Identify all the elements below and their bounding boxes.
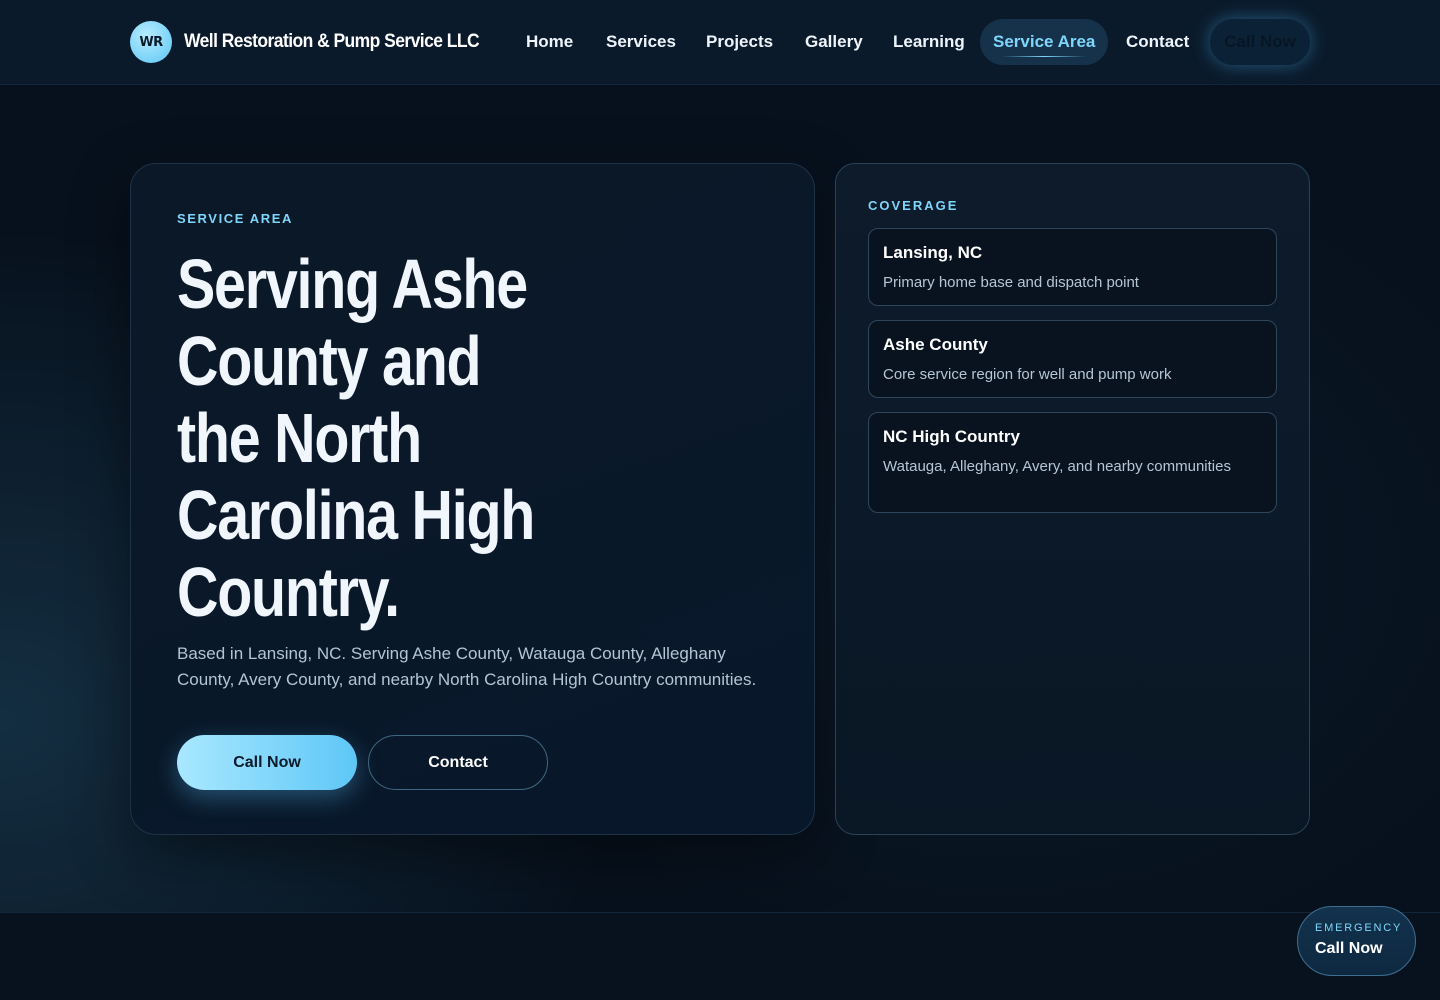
coverage-eyebrow: COVERAGE	[868, 198, 959, 213]
emergency-call-button[interactable]: EMERGENCY Call Now	[1297, 906, 1416, 976]
headline-line: the North	[177, 399, 422, 477]
header-call-now-button[interactable]: Call Now	[1210, 19, 1310, 65]
emergency-label: EMERGENCY	[1315, 922, 1403, 934]
coverage-item-title: Lansing, NC	[883, 243, 983, 262]
next-section-band	[0, 912, 1440, 1000]
headline-line: Country.	[177, 553, 400, 631]
coverage-item-description: Primary home base and dispatch point	[883, 274, 1139, 291]
top-navigation-bar: WR Well Restoration & Pump Service LLC H…	[0, 0, 1440, 85]
nav-item-home[interactable]: Home	[526, 19, 573, 65]
hero-description: Based in Lansing, NC. Serving Ashe Count…	[177, 644, 757, 689]
active-indicator	[1002, 56, 1087, 57]
headline-line: Serving Ashe	[177, 245, 528, 323]
emergency-call-label: Call Now	[1315, 940, 1383, 957]
coverage-item-ashe-county: Ashe County Core service region for well…	[868, 320, 1277, 398]
nav-item-projects[interactable]: Projects	[706, 19, 773, 65]
coverage-item-title: Ashe County	[883, 335, 988, 354]
coverage-item-lansing: Lansing, NC Primary home base and dispat…	[868, 228, 1277, 306]
hero-headline: Serving Ashe County and the North Caroli…	[177, 246, 562, 631]
call-now-button[interactable]: Call Now	[177, 735, 357, 790]
coverage-item-description: Core service region for well and pump wo…	[883, 366, 1172, 383]
coverage-item-nc-high-country: NC High Country Watauga, Alleghany, Aver…	[868, 412, 1277, 513]
nav-item-gallery[interactable]: Gallery	[805, 19, 863, 65]
headline-line: County and	[177, 322, 482, 400]
nav-item-services[interactable]: Services	[606, 19, 676, 65]
coverage-item-title: NC High Country	[883, 427, 1020, 446]
logo-badge[interactable]: WR	[130, 21, 172, 63]
nav-item-service-area[interactable]: Service Area	[980, 19, 1109, 65]
nav-item-learning[interactable]: Learning	[893, 19, 965, 65]
headline-line: Carolina High	[177, 476, 535, 554]
coverage-card: COVERAGE Lansing, NC Primary home base a…	[835, 163, 1310, 835]
coverage-item-description: Watauga, Alleghany, Avery, and nearby co…	[883, 458, 1231, 475]
brand-name[interactable]: Well Restoration & Pump Service LLC	[184, 31, 480, 53]
hero-eyebrow: SERVICE AREA	[177, 211, 294, 226]
hero-card: SERVICE AREA Serving Ashe County and the…	[130, 163, 815, 835]
nav-item-service-area-label: Service Area	[993, 32, 1096, 51]
nav-item-contact[interactable]: Contact	[1126, 19, 1189, 65]
contact-button[interactable]: Contact	[368, 735, 548, 790]
